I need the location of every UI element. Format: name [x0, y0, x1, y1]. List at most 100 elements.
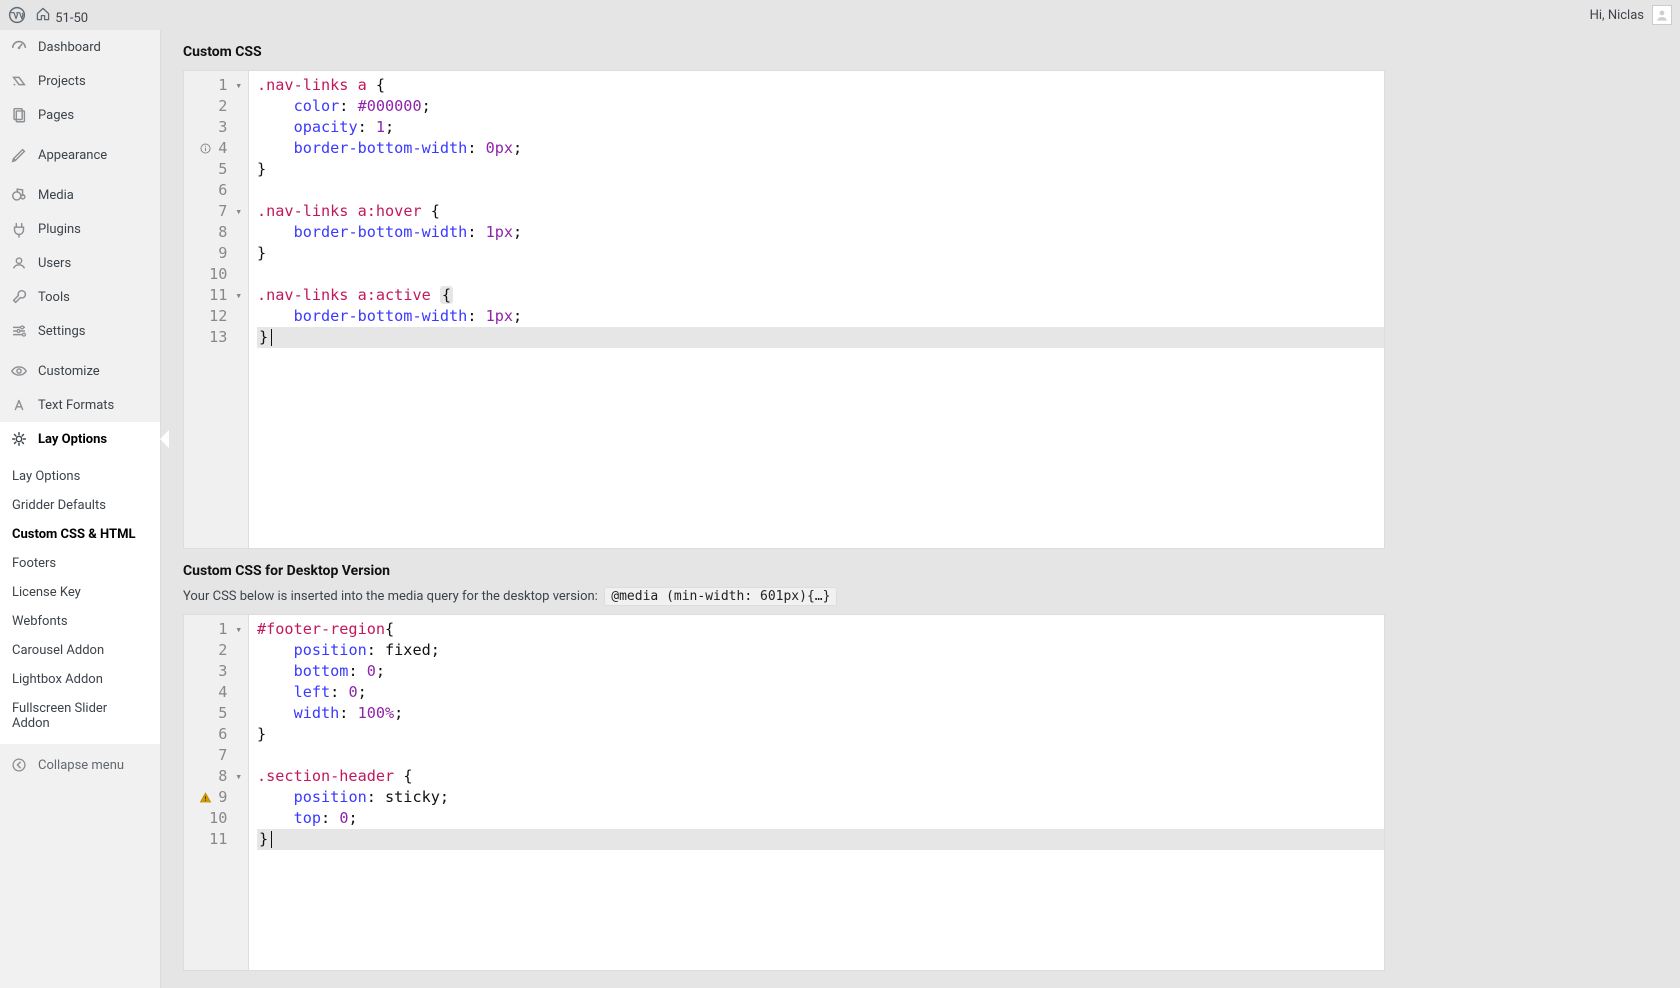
projects-icon — [10, 72, 28, 90]
code-line[interactable]: top: 0; — [257, 808, 1384, 829]
code-token: { — [376, 76, 385, 94]
line-number: 2 — [218, 96, 227, 117]
avatar[interactable] — [1652, 5, 1672, 25]
sidebar-item-media[interactable]: Media — [0, 178, 160, 212]
sidebar-item-tools[interactable]: Tools — [0, 280, 160, 314]
fold-toggle[interactable]: ▾ — [235, 285, 242, 306]
code-line[interactable]: .section-header { — [257, 766, 1384, 787]
topbar-left: 51-50 — [8, 5, 88, 26]
account-link[interactable]: Hi, Niclas — [1590, 8, 1644, 23]
submenu-item-gridder-defaults[interactable]: Gridder Defaults — [0, 491, 160, 520]
code-token: : — [348, 662, 366, 680]
code-line[interactable]: .nav-links a:hover { — [257, 201, 1384, 222]
line-number: 4 — [218, 682, 227, 703]
submenu-item-lightbox-addon[interactable]: Lightbox Addon — [0, 665, 160, 694]
submenu-item-custom-css-html[interactable]: Custom CSS & HTML — [0, 520, 160, 549]
code-line[interactable]: border-bottom-width: 1px; — [257, 306, 1384, 327]
code-token — [257, 307, 294, 325]
custom-css-editor[interactable]: 1▾2 3 4 5 6 7▾8 9 10 11▾12 13 .nav-links… — [183, 70, 1385, 549]
code-line[interactable]: position: sticky; — [257, 787, 1384, 808]
sidebar-item-settings[interactable]: Settings — [0, 314, 160, 348]
submenu-item-webfonts[interactable]: Webfonts — [0, 607, 160, 636]
fold-toggle — [235, 703, 242, 724]
fold-toggle — [235, 808, 242, 829]
submenu-item-carousel-addon[interactable]: Carousel Addon — [0, 636, 160, 665]
code-line[interactable]: } — [257, 327, 1384, 348]
site-link[interactable]: 51-50 — [34, 5, 88, 26]
code-line[interactable] — [257, 180, 1384, 201]
code-line[interactable]: opacity: 1; — [257, 117, 1384, 138]
code-token: .nav-links — [257, 76, 348, 94]
collapse-menu[interactable]: Collapse menu — [0, 746, 160, 784]
fold-toggle — [235, 724, 242, 745]
code-line[interactable] — [257, 745, 1384, 766]
code-line[interactable]: bottom: 0; — [257, 661, 1384, 682]
fold-toggle[interactable]: ▾ — [235, 201, 242, 222]
code-token: : fixed; — [367, 641, 440, 659]
sidebar-item-appearance[interactable]: Appearance — [0, 138, 160, 172]
code-token: #footer-region — [257, 620, 385, 638]
code-line[interactable]: } — [257, 159, 1384, 180]
sidebar-item-text-formats[interactable]: Text Formats — [0, 388, 160, 422]
sidebar-item-label: Settings — [38, 324, 85, 339]
sidebar-item-plugins[interactable]: Plugins — [0, 212, 160, 246]
textformats-icon — [10, 396, 28, 414]
code-line[interactable]: } — [257, 724, 1384, 745]
sidebar-item-label: Media — [38, 188, 74, 203]
sidebar-item-lay-options[interactable]: Lay Options — [0, 422, 160, 456]
customize-icon — [10, 362, 28, 380]
code-line[interactable]: left: 0; — [257, 682, 1384, 703]
sidebar-item-label: Text Formats — [38, 398, 114, 413]
code-token: 1px — [486, 307, 513, 325]
sidebar-item-pages[interactable]: Pages — [0, 98, 160, 132]
code-token: } — [257, 244, 266, 262]
sidebar-item-label: Tools — [38, 290, 70, 305]
code-token: border-bottom-width — [294, 223, 468, 241]
code-token — [257, 704, 294, 722]
submenu-item-footers[interactable]: Footers — [0, 549, 160, 578]
code-token — [257, 641, 294, 659]
fold-toggle — [235, 180, 242, 201]
sidebar-item-users[interactable]: Users — [0, 246, 160, 280]
code-token: : — [467, 223, 485, 241]
users-icon — [10, 254, 28, 272]
code-line[interactable]: } — [257, 829, 1384, 850]
line-number: 3 — [218, 117, 227, 138]
code-line[interactable]: border-bottom-width: 1px; — [257, 222, 1384, 243]
editor-code[interactable]: .nav-links a { color: #000000; opacity: … — [249, 71, 1384, 548]
sidebar-item-dashboard[interactable]: Dashboard — [0, 30, 160, 64]
fold-toggle[interactable]: ▾ — [235, 619, 242, 640]
submenu-item-fullscreen-slider-addon[interactable]: Fullscreen Slider Addon — [0, 694, 160, 738]
code-line[interactable]: position: fixed; — [257, 640, 1384, 661]
collapse-label: Collapse menu — [38, 758, 124, 773]
submenu-item-license-key[interactable]: License Key — [0, 578, 160, 607]
desktop-css-help-text: Your CSS below is inserted into the medi… — [183, 589, 598, 604]
code-token: ; — [358, 683, 367, 701]
code-token: position — [294, 788, 367, 806]
code-line[interactable]: border-bottom-width: 0px; — [257, 138, 1384, 159]
submenu-item-lay-options[interactable]: Lay Options — [0, 462, 160, 491]
fold-toggle[interactable]: ▾ — [235, 75, 242, 96]
code-line[interactable]: color: #000000; — [257, 96, 1384, 117]
wordpress-logo-icon[interactable] — [8, 6, 26, 24]
code-token: a — [358, 286, 367, 304]
code-line[interactable]: .nav-links a:active { — [257, 285, 1384, 306]
code-line[interactable]: #footer-region{ — [257, 619, 1384, 640]
code-token — [348, 286, 357, 304]
code-line[interactable] — [257, 264, 1384, 285]
line-number: 7 — [218, 201, 227, 222]
line-number: 10 — [209, 264, 227, 285]
fold-toggle[interactable]: ▾ — [235, 766, 242, 787]
code-token: .section-header — [257, 767, 394, 785]
editor-code[interactable]: #footer-region{ position: fixed; bottom:… — [249, 615, 1384, 970]
desktop-css-editor[interactable]: 1▾2 3 4 5 6 7 8▾9 10 11 #footer-region{ … — [183, 614, 1385, 971]
sidebar-item-customize[interactable]: Customize — [0, 354, 160, 388]
code-token — [257, 139, 294, 157]
code-token: : — [321, 809, 339, 827]
lay-options-submenu: Lay OptionsGridder DefaultsCustom CSS & … — [0, 456, 160, 744]
fold-toggle — [235, 222, 242, 243]
code-line[interactable]: .nav-links a { — [257, 75, 1384, 96]
code-line[interactable]: width: 100%; — [257, 703, 1384, 724]
sidebar-item-projects[interactable]: Projects — [0, 64, 160, 98]
code-line[interactable]: } — [257, 243, 1384, 264]
